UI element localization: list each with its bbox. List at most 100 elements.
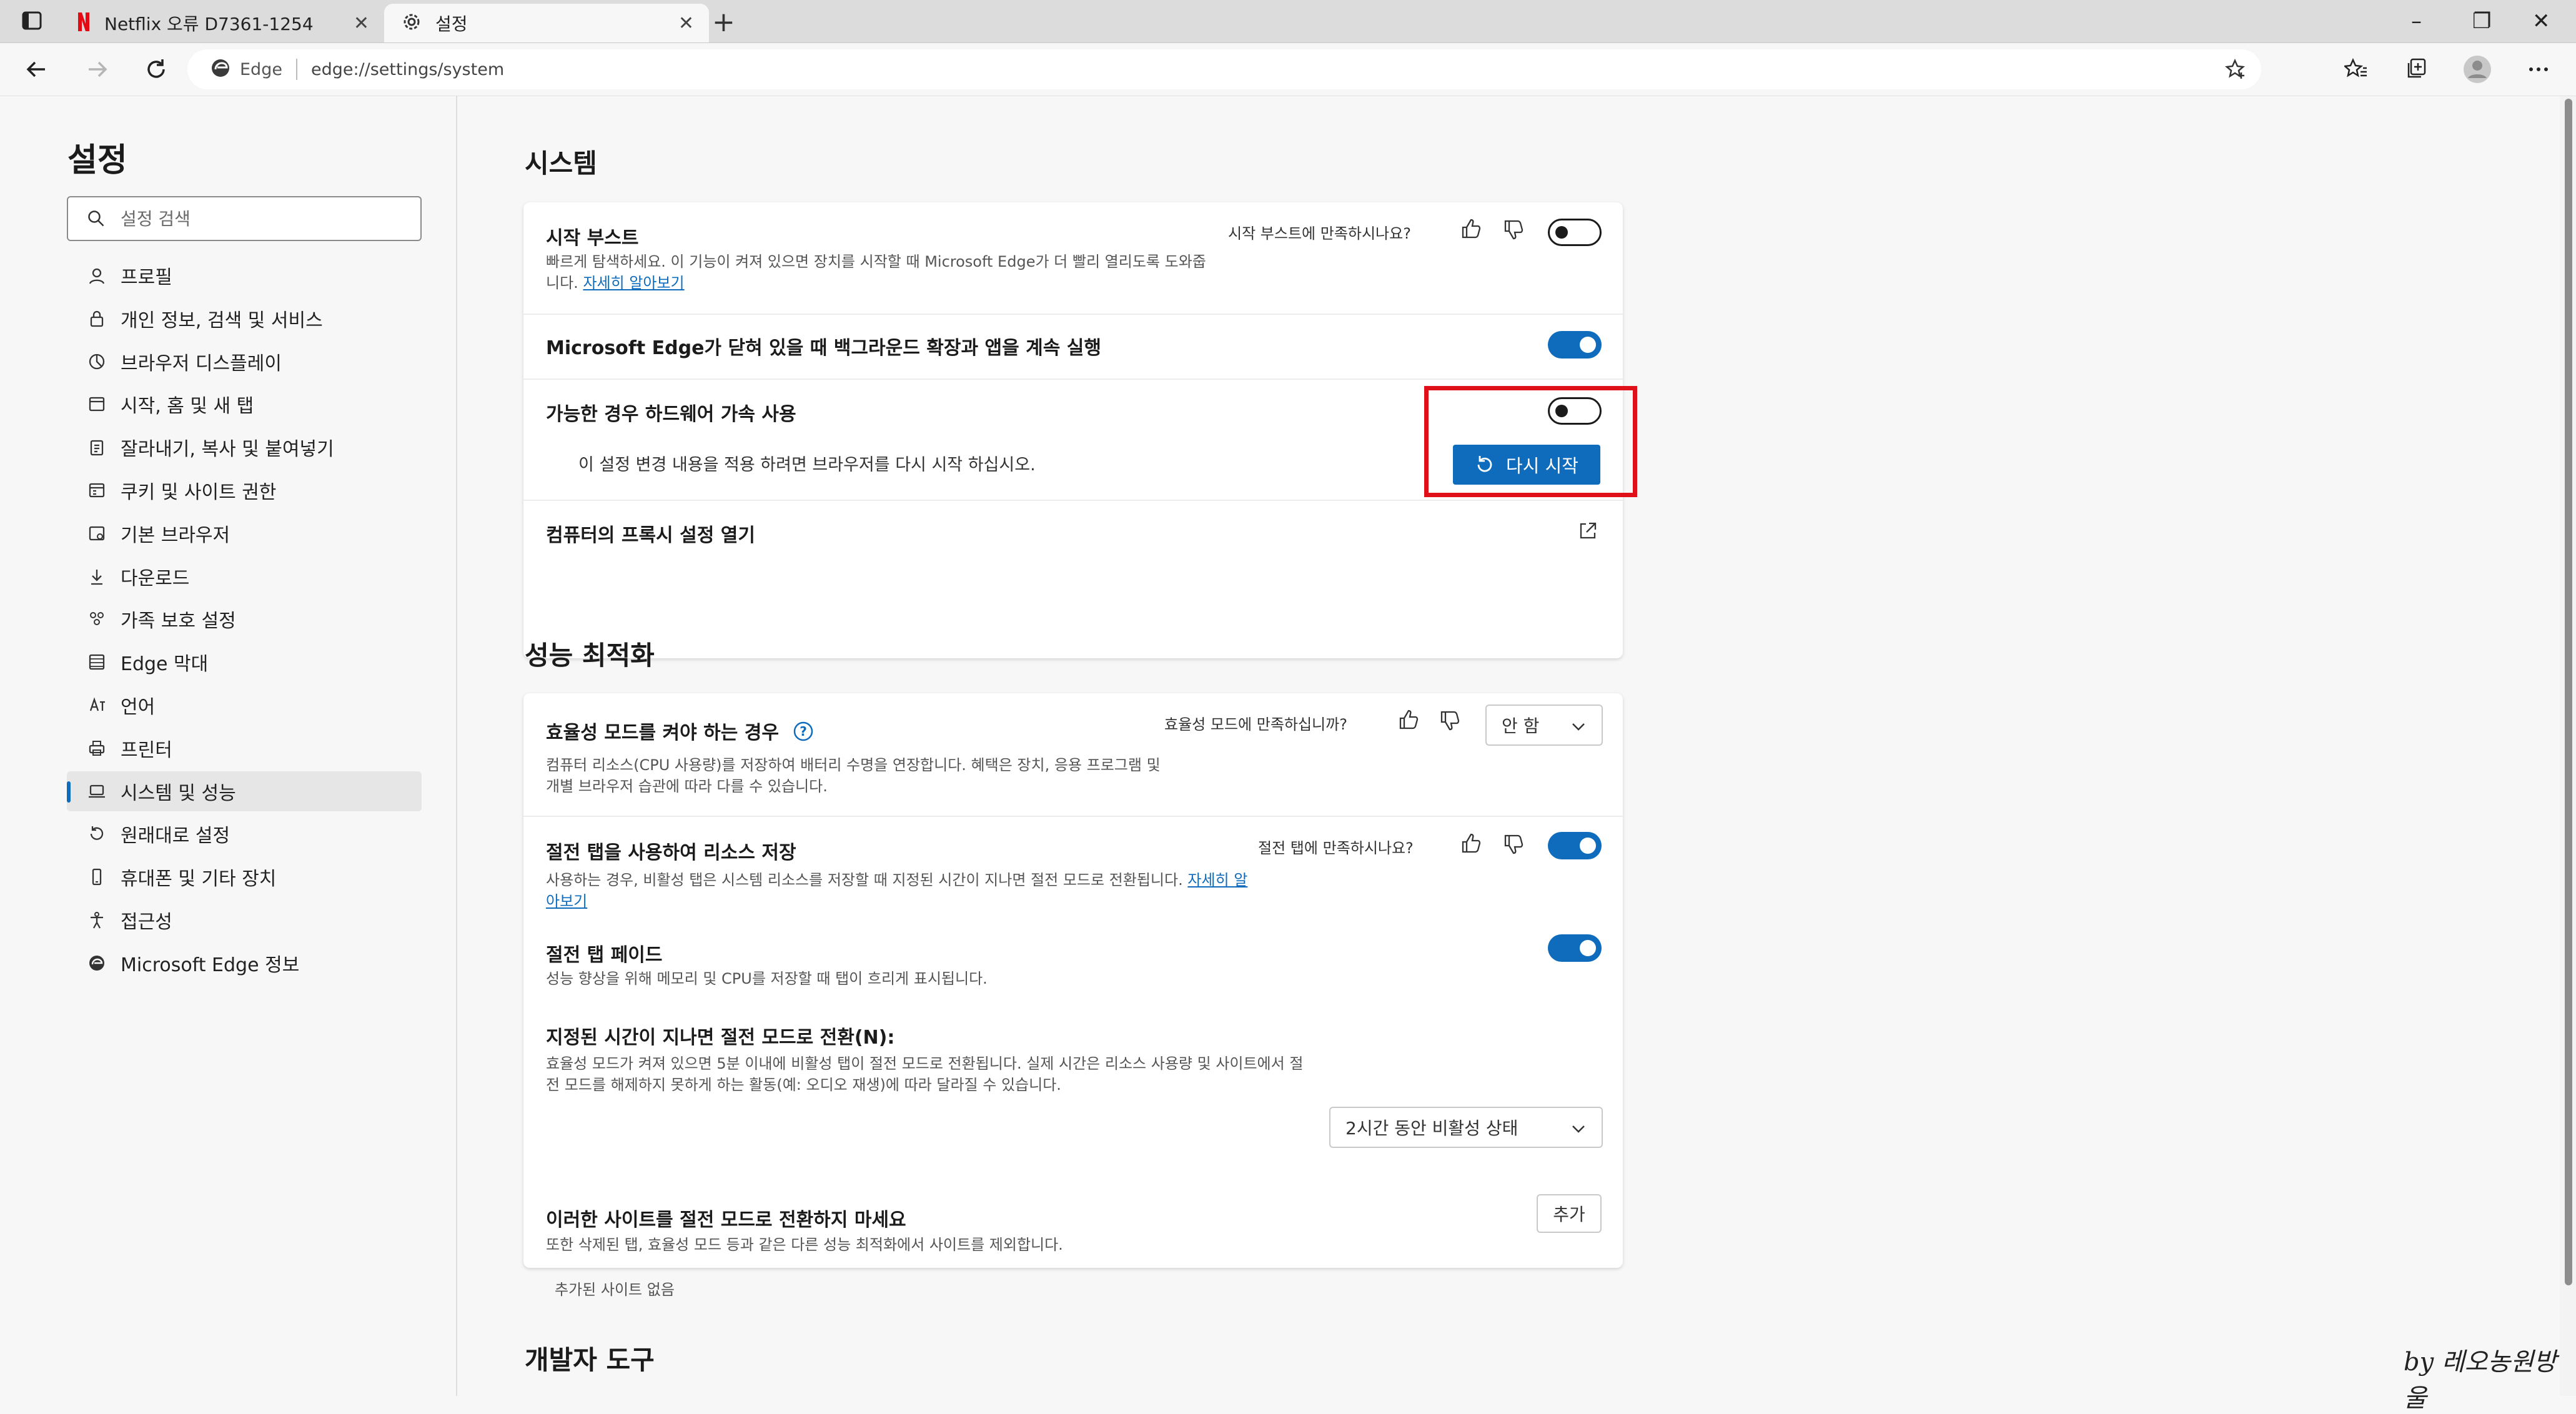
sleeping-tabs-desc: 사용하는 경우, 비활성 탭은 시스템 리소스를 저장할 때 지정된 시간이 지… [546,869,1252,912]
sleeping-tabs-fade-toggle[interactable] [1548,934,1602,962]
section-title-system: 시스템 [525,148,597,179]
external-link-icon[interactable] [1578,521,1598,543]
favorites-star-icon[interactable] [2225,58,2247,84]
startup-boost-title: 시작 부스트 [546,227,639,249]
sidebar-item-label: 접근성 [121,911,172,933]
close-tab-icon[interactable]: ✕ [354,12,369,34]
restore-icon[interactable]: ❐ [2472,5,2491,37]
sidebar-item[interactable]: 다운로드 [67,556,422,596]
gear-icon [402,12,422,34]
startup-boost-toggle[interactable] [1548,219,1602,246]
settings-main: 시스템 시작 부스트 빠르게 탐색하세요. 이 기능이 켜져 있으면 장치를 시… [457,96,2576,1396]
settings-sidebar: 설정 프로필개인 정보, 검색 및 서비스브라우저 디스플레이시작, 홈 및 새… [0,96,457,1396]
row-divider [523,314,1623,315]
sidebar-item[interactable]: 프린터 [67,728,422,768]
reset-icon [84,824,109,843]
edge-logo-icon [84,954,109,972]
tab-settings[interactable]: 설정 ✕ [384,4,709,42]
sidebar-item[interactable]: 시작, 홈 및 새 탭 [67,384,422,424]
efficiency-feedback-label: 효율성 모드에 만족하십니까? [1164,716,1347,733]
sidebar-item[interactable]: 시스템 및 성능 [67,771,422,811]
background-run-toggle[interactable] [1548,331,1602,358]
thumbs-up-icon[interactable] [1460,832,1483,857]
efficiency-mode-title: 효율성 모드를 켜야 하는 경우 ? [546,717,814,747]
no-sites-text: 추가된 사이트 없음 [555,1281,675,1298]
sidebar-item-label: 기본 브라우저 [121,524,230,546]
startup-boost-feedback-label: 시작 부스트에 만족하시나요? [1228,225,1411,242]
tab-netflix[interactable]: Netflix 오류 D7361-1254 ✕ [59,4,384,42]
hardware-accel-title: 가능한 경우 하드웨어 가속 사용 [546,403,796,425]
collections-icon[interactable] [2399,52,2434,87]
sleep-timeout-select[interactable]: 2시간 동안 비활성 상태 [1329,1107,1603,1148]
sidebar-item[interactable]: 가족 보호 설정 [67,599,422,639]
help-icon[interactable]: ? [793,721,814,747]
add-site-button[interactable]: 추가 [1537,1194,1602,1233]
thumbs-down-icon[interactable] [1503,219,1525,244]
toggle-knob [1555,226,1568,239]
home-icon [84,395,109,413]
sidebar-item-label: 가족 보호 설정 [121,610,236,633]
sleeping-tabs-fade-desc: 성능 향상을 위해 메모리 및 CPU를 저장할 때 탭이 흐리게 표시됩니다. [546,970,988,987]
more-icon[interactable] [2521,52,2556,87]
tab-title: Netflix 오류 D7361-1254 [104,14,314,34]
sidebar-item[interactable]: 휴대폰 및 기타 장치 [67,857,422,897]
toggle-knob [1580,940,1596,956]
sidebar-item[interactable]: Microsoft Edge 정보 [67,943,422,983]
sidebar-item-label: 시작, 홈 및 새 탭 [121,395,254,418]
thumbs-up-icon[interactable] [1398,708,1420,733]
restart-notice: 이 설정 변경 내용을 적용 하려면 브라우저를 다시 시작 하십시오. [578,455,1036,475]
sidebar-item-label: Edge 막대 [121,653,209,676]
family-icon [84,610,109,628]
sleeping-tabs-feedback-label: 절전 탭에 만족하시나요? [1258,839,1414,857]
minimize-icon[interactable]: – [2411,5,2422,37]
new-tab-button[interactable]: + [712,5,735,40]
scrollbar-thumb[interactable] [2565,99,2572,1285]
row-divider [523,378,1623,380]
forward-icon[interactable] [80,52,115,87]
close-tab-icon[interactable]: ✕ [678,12,694,34]
edge-bar-icon [84,653,109,671]
efficiency-mode-select[interactable]: 안 함 [1485,705,1603,746]
startup-boost-desc: 빠르게 탐색하세요. 이 기능이 켜져 있으면 장치를 시작할 때 Micros… [546,251,1208,294]
sidebar-item-label: 브라우저 디스플레이 [121,352,282,375]
learn-more-link[interactable]: 자세히 알아보기 [583,274,684,292]
refresh-icon[interactable] [139,52,174,87]
efficiency-mode-value: 안 함 [1502,716,1540,736]
sidebar-item[interactable]: 개인 정보, 검색 및 서비스 [67,299,422,339]
sidebar-item[interactable]: 잘라내기, 복사 및 붙여넣기 [67,427,422,467]
sidebar-item[interactable]: 프로필 [67,255,422,295]
profile-icon[interactable] [2460,52,2495,87]
highlight-box [1424,386,1637,497]
search-input[interactable] [119,207,415,230]
settings-search-box[interactable] [67,196,422,241]
never-sleep-sites-title: 이러한 사이트를 절전 모드로 전환하지 마세요 [546,1209,906,1231]
close-window-icon[interactable]: ✕ [2532,5,2550,37]
sidebar-item[interactable]: 쿠키 및 사이트 권한 [67,470,422,510]
chevron-down-icon [1569,1119,1588,1142]
address-toolbar: Edge edge://settings/system [0,43,2576,96]
back-icon[interactable] [19,52,54,87]
proxy-settings-title[interactable]: 컴퓨터의 프록시 설정 열기 [546,520,755,547]
sidebar-item[interactable]: 브라우저 디스플레이 [67,342,422,382]
laptop-icon [84,782,109,801]
clipboard-icon [84,438,109,457]
sidebar-item[interactable]: Edge 막대 [67,642,422,682]
toggle-knob [1580,838,1596,854]
tab-actions-icon[interactable] [21,10,42,34]
netflix-icon [77,11,91,35]
favorites-list-icon[interactable] [2339,52,2374,87]
tab-strip: Netflix 오류 D7361-1254 ✕ 설정 ✕ + – ❐ ✕ [0,0,2576,43]
sidebar-item[interactable]: 언어 [67,685,422,725]
address-bar[interactable]: Edge edge://settings/system [187,49,2261,89]
sidebar-item[interactable]: 기본 브라우저 [67,513,422,553]
sidebar-item[interactable]: 원래대로 설정 [67,814,422,854]
thumbs-up-icon[interactable] [1460,217,1483,242]
thumbs-down-icon[interactable] [1439,709,1462,734]
sleeping-tabs-toggle[interactable] [1548,832,1602,859]
site-label: Edge [240,59,282,79]
url-text[interactable]: edge://settings/system [311,60,504,79]
svg-text:?: ? [800,724,808,739]
section-title-performance: 성능 최적화 [525,640,655,671]
thumbs-down-icon[interactable] [1503,833,1525,858]
sidebar-item[interactable]: 접근성 [67,900,422,940]
